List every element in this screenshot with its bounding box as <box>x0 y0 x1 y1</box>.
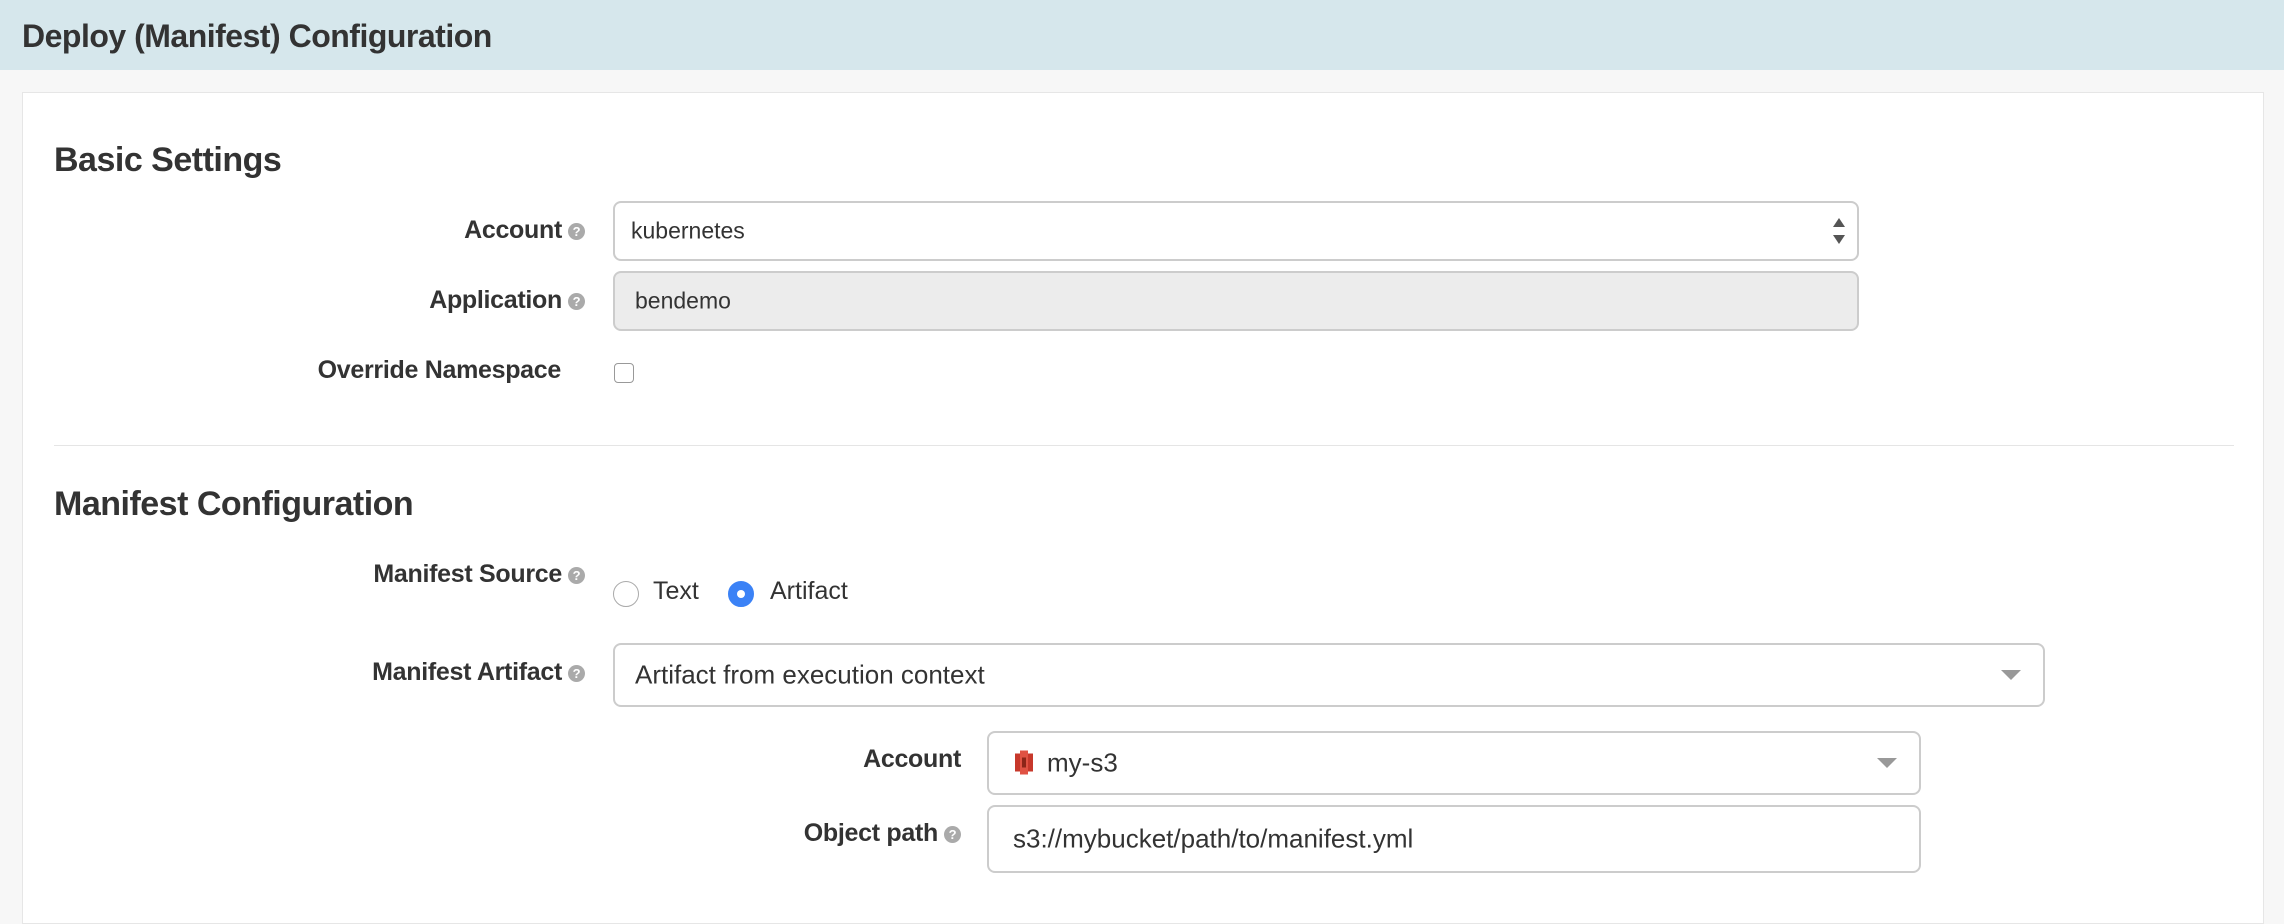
object-path-label: Object path? <box>804 819 961 848</box>
object-path-input[interactable]: s3://mybucket/path/to/manifest.yml <box>987 805 1921 873</box>
manifest-artifact-label: Manifest Artifact? <box>372 658 585 687</box>
manifest-source-text-radio[interactable] <box>613 581 639 607</box>
section-divider <box>54 445 2234 446</box>
aws-s3-icon <box>1015 750 1033 775</box>
question-circle-icon[interactable]: ? <box>568 292 585 310</box>
manifest-artifact-select[interactable]: Artifact from execution context <box>613 643 2045 707</box>
artifact-account-select[interactable]: my-s3 <box>987 731 1921 795</box>
question-circle-icon[interactable]: ? <box>568 664 585 682</box>
manifest-source-label: Manifest Source? <box>373 560 585 589</box>
manifest-source-artifact-radio[interactable] <box>728 581 754 607</box>
question-circle-icon[interactable]: ? <box>568 222 585 240</box>
page-title: Deploy (Manifest) Configuration <box>22 18 492 54</box>
artifact-account-label: Account <box>863 745 961 773</box>
account-label: Account? <box>464 216 585 245</box>
page-header: Deploy (Manifest) Configuration <box>0 0 2284 70</box>
question-circle-icon[interactable]: ? <box>568 566 585 584</box>
override-namespace-checkbox[interactable] <box>614 363 634 383</box>
select-arrows-icon <box>1833 218 1845 244</box>
chevron-down-icon <box>1877 758 1897 768</box>
manifest-configuration-heading: Manifest Configuration <box>54 485 414 523</box>
manifest-source-artifact-label[interactable]: Artifact <box>770 577 848 606</box>
config-panel: Basic Settings Account? kubernetes Appli… <box>22 92 2264 924</box>
basic-settings-heading: Basic Settings <box>54 141 282 179</box>
chevron-down-icon <box>2001 670 2021 680</box>
override-namespace-label: Override Namespace <box>317 356 562 384</box>
manifest-source-text-label[interactable]: Text <box>653 577 699 606</box>
account-select[interactable]: kubernetes <box>613 201 1859 261</box>
application-input: bendemo <box>613 271 1859 331</box>
application-label: Application? <box>429 286 585 315</box>
question-circle-icon[interactable]: ? <box>944 825 961 843</box>
